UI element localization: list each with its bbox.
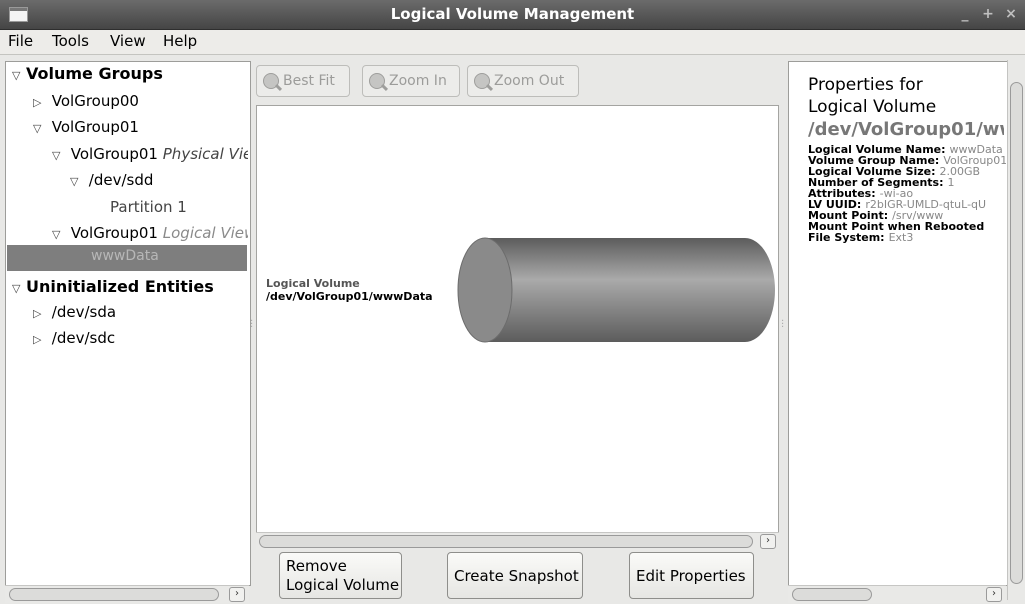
best-fit-button[interactable]: Best Fit	[256, 65, 350, 97]
properties-list: Logical Volume Name: wwwData Volume Group …	[808, 143, 1006, 293]
close-icon[interactable]: ×	[1002, 6, 1020, 23]
menu-tools[interactable]: Tools	[52, 32, 89, 50]
scroll-right-icon[interactable]: ›	[760, 534, 776, 549]
expanded-icon[interactable]: ▽	[12, 279, 26, 299]
window-title: Logical Volume Management	[390, 5, 635, 23]
lv-caption: Logical Volume	[266, 277, 360, 290]
scrollbar-thumb[interactable]	[9, 588, 219, 601]
property-value: Ext3	[888, 231, 914, 244]
zoom-in-button[interactable]: Zoom In	[362, 65, 460, 97]
property-label: File System:	[808, 231, 885, 244]
scroll-right-icon[interactable]: ›	[229, 587, 245, 602]
tree-horizontal-scrollbar[interactable]: ›	[5, 585, 249, 603]
logical-volume-cylinder[interactable]	[455, 235, 780, 345]
tree-item-volgroup01[interactable]: ▽ VolGroup01	[33, 117, 139, 139]
maximize-icon[interactable]: +	[979, 6, 997, 23]
properties-horizontal-scrollbar[interactable]: ›	[788, 585, 1006, 603]
pane-resize-grip[interactable]: · · ·	[781, 317, 784, 333]
lv-path: /dev/VolGroup01/wwwData	[266, 290, 433, 303]
properties-path-clip: /dev/VolGroup01/wwwData	[808, 119, 1004, 143]
collapsed-icon[interactable]: ▷	[33, 304, 47, 324]
tree-item-dev-sdd[interactable]: ▽ /dev/sdd	[70, 170, 153, 192]
pane-resize-grip[interactable]: · · ·	[250, 317, 253, 333]
zoom-out-icon	[474, 73, 490, 89]
tree-item-volgroup00[interactable]: ▷ VolGroup00	[33, 91, 139, 113]
minimize-icon[interactable]: _	[956, 6, 974, 23]
title-bar: Logical Volume Management _ + ×	[0, 0, 1025, 30]
scrollbar-thumb[interactable]	[1010, 82, 1023, 584]
tree-item-partition-1[interactable]: Partition 1	[110, 197, 187, 217]
tree-item-wwwdata-selected[interactable]: wwwData	[7, 245, 247, 271]
edit-properties-button[interactable]: Edit Properties	[629, 552, 754, 599]
collapsed-icon[interactable]: ▷	[33, 330, 47, 350]
expanded-icon[interactable]: ▽	[33, 119, 47, 139]
menu-help[interactable]: Help	[163, 32, 197, 50]
expanded-icon[interactable]: ▽	[12, 66, 26, 86]
properties-path: /dev/VolGroup01/wwwData	[808, 119, 1004, 140]
remove-logical-volume-button[interactable]: Remove Logical Volume	[279, 552, 402, 599]
zoom-fit-icon	[263, 73, 279, 89]
tree-item-volgroup01-physical[interactable]: ▽ VolGroup01 Physical View	[52, 144, 248, 166]
scroll-right-icon[interactable]: ›	[986, 587, 1002, 602]
properties-vertical-scrollbar[interactable]	[1007, 60, 1025, 600]
collapsed-icon[interactable]: ▷	[33, 93, 47, 113]
property-value: 1	[947, 176, 955, 189]
menu-bar: File Tools View Help	[0, 30, 1025, 55]
create-snapshot-button[interactable]: Create Snapshot	[447, 552, 583, 599]
expanded-icon[interactable]: ▽	[52, 146, 66, 166]
zoom-in-icon	[369, 73, 385, 89]
tree-item-dev-sdc[interactable]: ▷ /dev/sdc	[33, 328, 115, 350]
zoom-out-button[interactable]: Zoom Out	[467, 65, 579, 97]
property-row: File System: Ext3	[808, 231, 913, 244]
tree-item-volume-groups[interactable]: ▽ Volume Groups	[12, 64, 163, 86]
tree-item-volgroup01-logical[interactable]: ▽ VolGroup01 Logical View	[52, 223, 248, 245]
menu-file[interactable]: File	[8, 32, 33, 50]
tree-item-dev-sda[interactable]: ▷ /dev/sda	[33, 302, 116, 324]
scrollbar-thumb[interactable]	[792, 588, 872, 601]
tree-item-uninitialized[interactable]: ▽ Uninitialized Entities	[12, 277, 214, 299]
properties-heading: Properties for Logical Volume	[808, 75, 937, 117]
expanded-icon[interactable]: ▽	[52, 225, 66, 245]
menu-view[interactable]: View	[110, 32, 146, 50]
expanded-icon[interactable]: ▽	[70, 172, 84, 192]
canvas-horizontal-scrollbar[interactable]: ›	[256, 532, 779, 550]
scrollbar-thumb[interactable]	[259, 535, 753, 548]
